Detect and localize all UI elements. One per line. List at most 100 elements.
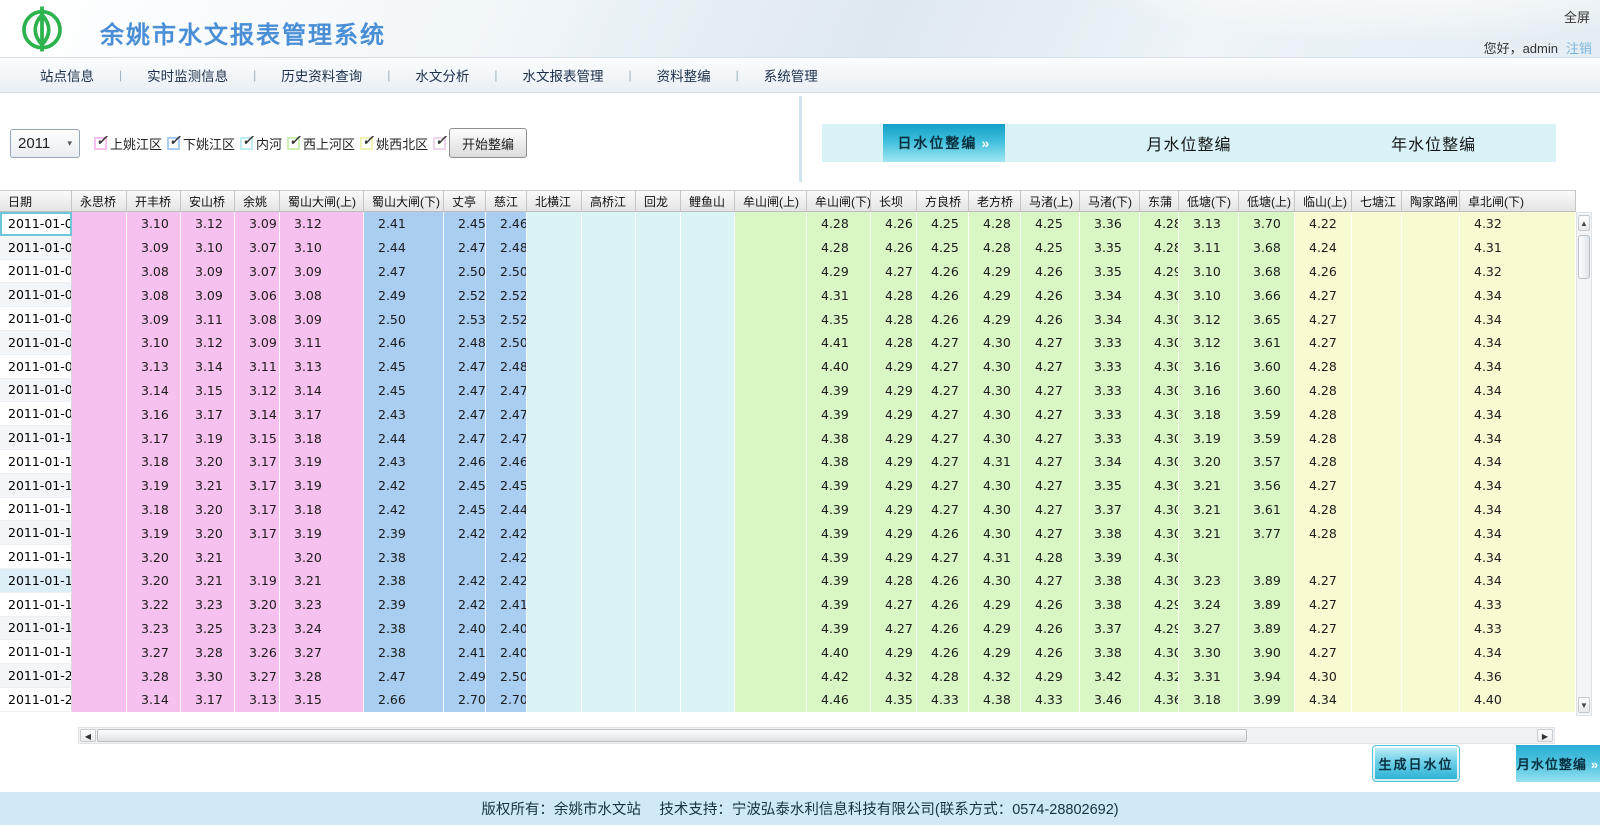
value-cell[interactable]: 4.39 xyxy=(807,545,871,569)
column-header[interactable]: 北横江 xyxy=(527,191,582,211)
value-cell[interactable] xyxy=(1402,307,1460,331)
column-header[interactable]: 永思桥 xyxy=(72,191,127,211)
value-cell[interactable]: 4.31 xyxy=(1460,236,1576,260)
value-cell[interactable] xyxy=(735,450,807,474)
value-cell[interactable]: 2.38 xyxy=(364,545,444,569)
value-cell[interactable]: 2.42 xyxy=(444,593,486,617)
value-cell[interactable]: 3.10 xyxy=(1179,283,1239,307)
value-cell[interactable] xyxy=(636,212,681,236)
value-cell[interactable]: 2.45 xyxy=(364,379,444,403)
value-cell[interactable]: 4.27 xyxy=(917,402,969,426)
value-cell[interactable]: 2.47 xyxy=(486,402,527,426)
value-cell[interactable]: 3.14 xyxy=(181,355,235,379)
value-cell[interactable]: 4.28 xyxy=(807,236,871,260)
date-cell[interactable]: 2011-01-02 xyxy=(0,236,72,260)
value-cell[interactable]: 3.27 xyxy=(280,640,364,664)
tab-daily-water-level[interactable]: 日水位整编» xyxy=(883,124,1005,162)
value-cell[interactable]: 4.34 xyxy=(1460,450,1576,474)
value-cell[interactable]: 4.40 xyxy=(807,355,871,379)
value-cell[interactable]: 4.30 xyxy=(969,474,1021,498)
column-header[interactable]: 方良桥 xyxy=(917,191,969,211)
value-cell[interactable]: 2.45 xyxy=(444,474,486,498)
value-cell[interactable]: 3.10 xyxy=(280,236,364,260)
value-cell[interactable]: 2.50 xyxy=(486,331,527,355)
value-cell[interactable]: 2.40 xyxy=(486,617,527,641)
value-cell[interactable]: 3.33 xyxy=(1080,355,1140,379)
value-cell[interactable]: 4.42 xyxy=(807,664,871,688)
value-cell[interactable]: 3.09 xyxy=(127,307,181,331)
value-cell[interactable]: 4.35 xyxy=(871,688,917,712)
value-cell[interactable]: 3.35 xyxy=(1080,474,1140,498)
value-cell[interactable] xyxy=(1402,474,1460,498)
value-cell[interactable]: 3.18 xyxy=(127,498,181,522)
value-cell[interactable]: 4.29 xyxy=(969,307,1021,331)
value-cell[interactable] xyxy=(444,545,486,569)
value-cell[interactable] xyxy=(582,355,636,379)
value-cell[interactable]: 3.20 xyxy=(280,545,364,569)
column-header[interactable]: 东蒲 xyxy=(1140,191,1179,211)
value-cell[interactable]: 3.21 xyxy=(280,569,364,593)
value-cell[interactable]: 2.47 xyxy=(364,664,444,688)
value-cell[interactable] xyxy=(1352,283,1402,307)
value-cell[interactable]: 4.33 xyxy=(1460,617,1576,641)
value-cell[interactable]: 4.27 xyxy=(1295,474,1352,498)
value-cell[interactable]: 3.20 xyxy=(181,521,235,545)
value-cell[interactable] xyxy=(72,331,127,355)
value-cell[interactable] xyxy=(1352,426,1402,450)
value-cell[interactable]: 4.30 xyxy=(1140,283,1179,307)
value-cell[interactable]: 4.28 xyxy=(1295,426,1352,450)
value-cell[interactable]: 3.89 xyxy=(1239,569,1295,593)
value-cell[interactable] xyxy=(527,688,582,712)
value-cell[interactable]: 4.30 xyxy=(1140,640,1179,664)
value-cell[interactable]: 3.10 xyxy=(1179,260,1239,284)
value-cell[interactable]: 3.13 xyxy=(127,355,181,379)
value-cell[interactable]: 4.30 xyxy=(969,331,1021,355)
value-cell[interactable] xyxy=(1352,545,1402,569)
value-cell[interactable] xyxy=(527,283,582,307)
nav-item-system-management[interactable]: 系统管理 xyxy=(764,65,818,85)
value-cell[interactable] xyxy=(527,545,582,569)
generate-daily-water-level-button[interactable]: 生成日水位 xyxy=(1372,745,1460,782)
value-cell[interactable] xyxy=(582,379,636,403)
value-cell[interactable]: 4.30 xyxy=(1140,307,1179,331)
value-cell[interactable]: 4.29 xyxy=(969,283,1021,307)
value-cell[interactable] xyxy=(1402,498,1460,522)
value-cell[interactable]: 4.28 xyxy=(871,331,917,355)
value-cell[interactable]: 2.48 xyxy=(444,331,486,355)
value-cell[interactable]: 4.26 xyxy=(871,236,917,260)
value-cell[interactable]: 2.39 xyxy=(364,521,444,545)
value-cell[interactable]: 4.26 xyxy=(1021,640,1080,664)
value-cell[interactable] xyxy=(735,688,807,712)
start-compile-button[interactable]: 开始整编 xyxy=(449,128,527,158)
value-cell[interactable]: 3.61 xyxy=(1239,331,1295,355)
value-cell[interactable]: 4.27 xyxy=(917,545,969,569)
date-cell[interactable]: 2011-01-07 xyxy=(0,355,72,379)
value-cell[interactable] xyxy=(1295,545,1352,569)
value-cell[interactable] xyxy=(1402,617,1460,641)
value-cell[interactable]: 4.27 xyxy=(1295,569,1352,593)
checkbox-region-upper-yaojiang[interactable]: ✓上姚江区 xyxy=(94,134,162,153)
logout-link[interactable]: 注销 xyxy=(1566,41,1592,56)
value-cell[interactable] xyxy=(527,593,582,617)
value-cell[interactable]: 4.28 xyxy=(1295,402,1352,426)
checkbox-region-west-upper-river[interactable]: ✓西上河区 xyxy=(287,134,355,153)
value-cell[interactable] xyxy=(72,426,127,450)
value-cell[interactable]: 4.34 xyxy=(1460,355,1576,379)
value-cell[interactable]: 3.18 xyxy=(280,498,364,522)
value-cell[interactable]: 2.50 xyxy=(364,307,444,331)
date-cell[interactable]: 2011-01-08 xyxy=(0,379,72,403)
value-cell[interactable] xyxy=(72,402,127,426)
value-cell[interactable]: 2.38 xyxy=(364,640,444,664)
value-cell[interactable]: 3.12 xyxy=(181,212,235,236)
value-cell[interactable]: 3.17 xyxy=(235,474,280,498)
value-cell[interactable]: 4.30 xyxy=(1140,355,1179,379)
value-cell[interactable]: 4.28 xyxy=(871,307,917,331)
value-cell[interactable]: 4.34 xyxy=(1295,688,1352,712)
value-cell[interactable] xyxy=(582,260,636,284)
value-cell[interactable] xyxy=(1402,545,1460,569)
nav-item-history-query[interactable]: 历史资料查询 xyxy=(281,65,362,85)
value-cell[interactable]: 4.28 xyxy=(1021,545,1080,569)
value-cell[interactable]: 2.46 xyxy=(364,331,444,355)
value-cell[interactable]: 4.26 xyxy=(917,260,969,284)
value-cell[interactable]: 4.26 xyxy=(1295,260,1352,284)
